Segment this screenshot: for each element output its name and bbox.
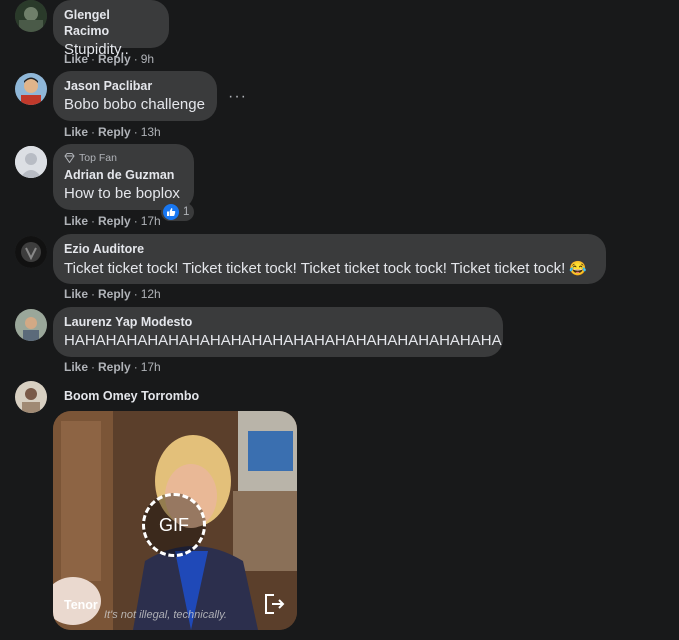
comment-bubble: Glengel Racimo Stupidity.. <box>53 0 169 58</box>
reaction-summary[interactable]: 1 <box>161 203 195 221</box>
reply-button[interactable]: Reply <box>98 360 131 374</box>
comment-author[interactable]: Jason Paclibar <box>64 78 205 94</box>
comment-text: How to be boplox <box>64 185 180 202</box>
comment-actions: Like · Reply · 9h <box>64 52 155 66</box>
comment-bubble: Top Fan Adrian de Guzman How to be boplo… <box>53 144 194 210</box>
share-external-icon[interactable] <box>261 591 287 617</box>
more-options-icon[interactable]: ··· <box>228 88 248 105</box>
like-button[interactable]: Like <box>64 125 88 139</box>
comment-author[interactable]: Laurenz Yap Modesto <box>64 314 491 330</box>
reaction-count: 1 <box>183 206 190 218</box>
comment-text: HAHAHAHAHAHAHAHAHAHAHAHAHAHAHAHAHAHAHAHA… <box>64 332 502 349</box>
reply-button[interactable]: Reply <box>98 125 131 139</box>
diamond-icon <box>64 153 75 163</box>
gif-play-button[interactable]: GIF <box>142 493 206 557</box>
laughing-emoji: 😂 <box>569 260 587 276</box>
comment-bubble: Laurenz Yap Modesto HAHAHAHAHAHAHAHAHAHA… <box>53 307 503 357</box>
like-button[interactable]: Like <box>64 287 88 301</box>
timestamp[interactable]: 12h <box>141 287 161 301</box>
comment-bubble: Jason Paclibar Bobo bobo challenge <box>53 71 217 121</box>
comment-author[interactable]: Ezio Auditore <box>64 241 594 257</box>
like-reaction-icon <box>163 204 179 220</box>
top-fan-badge: Top Fan <box>64 151 182 165</box>
timestamp[interactable]: 13h <box>141 125 161 139</box>
reply-button[interactable]: Reply <box>98 214 131 228</box>
like-button[interactable]: Like <box>64 214 88 228</box>
timestamp[interactable]: 9h <box>141 52 154 66</box>
avatar[interactable] <box>15 309 47 341</box>
avatar[interactable] <box>15 0 47 32</box>
comment-author[interactable]: Glengel Racimo <box>64 7 157 39</box>
comment-author[interactable]: Boom Omey Torrombo <box>64 388 199 404</box>
avatar[interactable] <box>15 236 47 268</box>
like-button[interactable]: Like <box>64 360 88 374</box>
comment-text: Ticket ticket tock! Ticket ticket tock! … <box>64 260 587 277</box>
reply-button[interactable]: Reply <box>98 287 131 301</box>
comment-actions: Like · Reply · 17h <box>64 360 161 374</box>
timestamp[interactable]: 17h <box>141 360 161 374</box>
comment-author[interactable]: Adrian de Guzman <box>64 167 182 183</box>
like-button[interactable]: Like <box>64 52 88 66</box>
avatar[interactable] <box>15 146 47 178</box>
comment-text: Bobo bobo challenge <box>64 96 205 113</box>
comment-actions: Like · Reply · 17h <box>64 214 161 228</box>
comment-bubble: Ezio Auditore Ticket ticket tock! Ticket… <box>53 234 606 284</box>
gif-caption: It's not illegal, technically. <box>104 609 227 621</box>
reply-button[interactable]: Reply <box>98 52 131 66</box>
timestamp[interactable]: 17h <box>141 214 161 228</box>
avatar[interactable] <box>15 73 47 105</box>
avatar[interactable] <box>15 381 47 413</box>
comment-actions: Like · Reply · 12h <box>64 287 161 301</box>
comment-actions: Like · Reply · 13h <box>64 125 161 139</box>
tenor-label: Tenor <box>64 598 98 612</box>
